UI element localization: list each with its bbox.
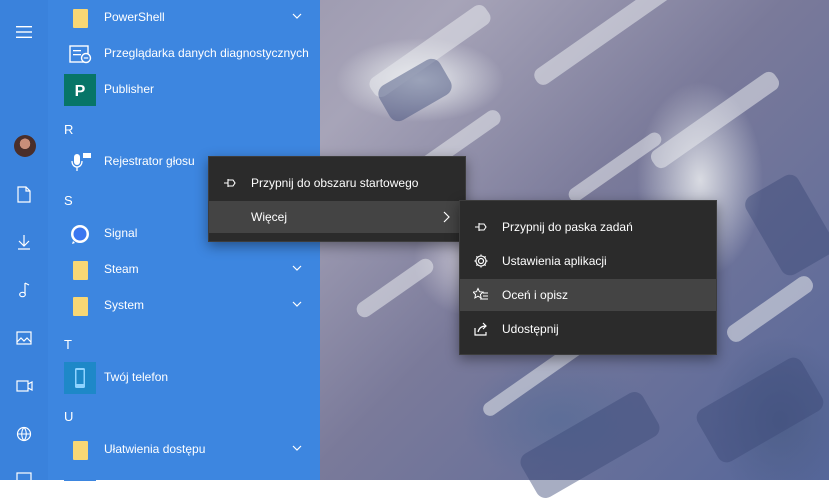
app-diagnostic-viewer[interactable]: Przeglądarka danych diagnostycznych <box>60 37 312 71</box>
app-tile-icon <box>64 470 96 481</box>
app-partial[interactable] <box>60 469 312 481</box>
signal-icon <box>64 218 96 250</box>
menu-item-pin-to-start[interactable]: Przypnij do obszaru startowego <box>209 167 465 199</box>
app-publisher[interactable]: P Publisher <box>60 73 312 107</box>
folder-icon <box>64 254 96 286</box>
microphone-icon <box>64 146 96 178</box>
video-icon[interactable] <box>0 366 48 406</box>
app-ease-of-access[interactable]: Ułatwienia dostępu <box>60 433 312 467</box>
app-label: Rejestrator głosu <box>104 154 195 168</box>
document-icon[interactable] <box>0 174 48 214</box>
network-icon[interactable] <box>0 414 48 454</box>
group-letter-t[interactable]: T <box>64 337 72 352</box>
folder-icon <box>64 290 96 322</box>
context-menu: Przypnij do obszaru startowego Więcej <box>208 156 466 242</box>
menu-item-pin-to-taskbar[interactable]: Przypnij do paska zadań <box>460 211 716 243</box>
menu-item-rate-review[interactable]: Oceń i opisz <box>460 279 716 311</box>
menu-label: Przypnij do obszaru startowego <box>251 176 419 190</box>
menu-label: Ustawienia aplikacji <box>502 254 607 268</box>
music-icon[interactable] <box>0 270 48 310</box>
menu-item-share[interactable]: Udostępnij <box>460 313 716 345</box>
group-letter-r[interactable]: R <box>64 122 73 137</box>
app-label: Przeglądarka danych diagnostycznych <box>104 46 309 60</box>
phone-icon <box>64 362 96 394</box>
app-label: Publisher <box>104 82 155 96</box>
power-icon[interactable] <box>0 458 48 498</box>
submenu: Przypnij do paska zadań Ustawienia aplik… <box>459 200 717 355</box>
menu-label: Oceń i opisz <box>502 288 569 302</box>
chevron-down-icon <box>292 445 302 451</box>
menu-label: Przypnij do paska zadań <box>502 220 633 234</box>
pin-icon <box>475 223 487 231</box>
app-powershell[interactable]: PowerShell <box>60 1 312 35</box>
star-list-icon <box>473 287 488 300</box>
avatar[interactable] <box>14 135 36 157</box>
app-your-phone[interactable]: Twój telefon <box>60 361 312 395</box>
publisher-icon: P <box>64 74 96 106</box>
app-label: System <box>104 298 145 312</box>
menu-label: Udostępnij <box>502 322 559 336</box>
start-rail <box>0 0 48 486</box>
svg-text:P: P <box>75 83 86 100</box>
menu-item-app-settings[interactable]: Ustawienia aplikacji <box>460 245 716 277</box>
pin-icon <box>224 179 236 187</box>
app-label: Signal <box>104 226 138 240</box>
share-icon <box>474 322 487 336</box>
app-label: Ułatwienia dostępu <box>104 442 206 456</box>
chevron-down-icon <box>292 13 302 19</box>
gear-icon <box>474 254 488 268</box>
chevron-down-icon <box>292 265 302 271</box>
chevron-down-icon <box>292 301 302 307</box>
folder-icon <box>64 2 96 34</box>
folder-icon <box>64 434 96 466</box>
hamburger-icon[interactable] <box>0 12 48 52</box>
menu-label: Więcej <box>251 210 288 224</box>
app-system[interactable]: System <box>60 289 312 323</box>
diagnostic-viewer-icon <box>64 38 96 70</box>
app-label: Steam <box>104 262 139 276</box>
chevron-right-icon <box>443 211 450 223</box>
app-label: PowerShell <box>104 10 165 24</box>
app-steam[interactable]: Steam <box>60 253 312 287</box>
pictures-icon[interactable] <box>0 318 48 358</box>
app-label: Twój telefon <box>104 370 169 384</box>
download-icon[interactable] <box>0 222 48 262</box>
group-letter-u[interactable]: U <box>64 409 73 424</box>
group-letter-s[interactable]: S <box>64 193 73 208</box>
menu-item-more[interactable]: Więcej <box>209 201 465 233</box>
